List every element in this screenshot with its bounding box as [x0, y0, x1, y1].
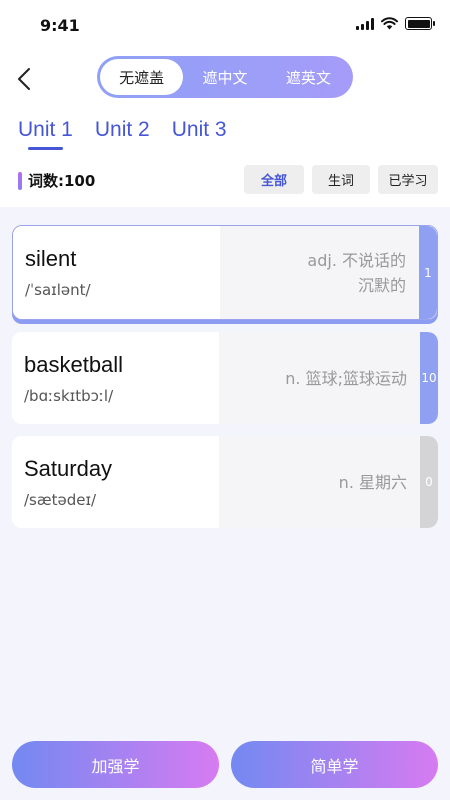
word-english: silent: [25, 246, 77, 271]
word-definition: adj. 不说话的 沉默的: [307, 248, 406, 298]
unit-tabs: Unit 1 Unit 2 Unit 3: [18, 118, 227, 150]
filter-group: 全部 生词 已学习: [244, 165, 438, 194]
word-phonetic: /bɑːskɪtbɔːl/: [24, 387, 114, 405]
signal-icon: [356, 17, 374, 30]
mask-option-hide-english[interactable]: 遮英文: [267, 59, 350, 95]
filter-new-words[interactable]: 生词: [312, 165, 370, 194]
word-definition: n. 篮球;篮球运动: [285, 366, 407, 391]
word-count: 词数:100: [18, 170, 95, 191]
filter-learned[interactable]: 已学习: [378, 165, 438, 194]
filter-all[interactable]: 全部: [244, 165, 304, 194]
study-count-badge: 0: [420, 436, 438, 528]
definition-line: 沉默的: [357, 275, 406, 295]
word-card-chinese-side: n. 星期六: [219, 436, 420, 528]
status-bar: 9:41: [0, 0, 450, 52]
word-count-marker: [18, 171, 22, 190]
word-card-english-side: basketball /bɑːskɪtbɔːl/: [12, 332, 219, 424]
definition-line: n. 篮球;篮球运动: [285, 368, 407, 388]
word-count-label: 词数:100: [28, 172, 96, 190]
status-time: 9:41: [40, 16, 80, 35]
mask-option-hide-chinese[interactable]: 遮中文: [183, 59, 266, 95]
word-list: silent /ˈsaɪlənt/ adj. 不说话的 沉默的 1 basket…: [12, 225, 438, 540]
word-phonetic: /ˈsaɪlənt/: [25, 281, 91, 299]
word-definition: n. 星期六: [339, 470, 407, 495]
study-count-badge: 10: [420, 332, 438, 424]
word-phonetic: /sætədeɪ/: [24, 491, 97, 509]
word-card-english-side: Saturday /sætədeɪ/: [12, 436, 219, 528]
word-card-saturday[interactable]: Saturday /sætədeɪ/ n. 星期六 0: [12, 436, 438, 528]
chevron-left-icon: [18, 68, 30, 90]
study-count-badge: 1: [419, 226, 437, 319]
word-card-chinese-side: adj. 不说话的 沉默的: [220, 226, 419, 319]
mask-option-none[interactable]: 无遮盖: [100, 59, 184, 95]
tab-unit-1[interactable]: Unit 1: [18, 118, 73, 150]
definition-line: adj. 不说话的: [307, 250, 406, 270]
back-button[interactable]: [10, 62, 38, 96]
battery-icon: [405, 17, 435, 30]
definition-line: n. 星期六: [338, 472, 407, 492]
word-english: basketball: [24, 352, 124, 377]
wifi-icon: [381, 17, 398, 30]
word-card-silent[interactable]: silent /ˈsaɪlənt/ adj. 不说话的 沉默的 1: [12, 225, 438, 320]
simple-study-button[interactable]: 简单学: [231, 741, 438, 788]
word-english: Saturday: [24, 456, 113, 481]
word-card-basketball[interactable]: basketball /bɑːskɪtbɔːl/ n. 篮球;篮球运动 10: [12, 332, 438, 424]
word-card-chinese-side: n. 篮球;篮球运动: [219, 332, 420, 424]
tab-unit-3[interactable]: Unit 3: [172, 118, 227, 150]
tab-unit-2[interactable]: Unit 2: [95, 118, 150, 150]
word-card-english-side: silent /ˈsaɪlənt/: [13, 226, 220, 319]
status-icons: [356, 17, 435, 30]
intensive-study-button[interactable]: 加强学: [12, 741, 219, 788]
mask-mode-toggle: 无遮盖 遮中文 遮英文: [97, 56, 353, 98]
